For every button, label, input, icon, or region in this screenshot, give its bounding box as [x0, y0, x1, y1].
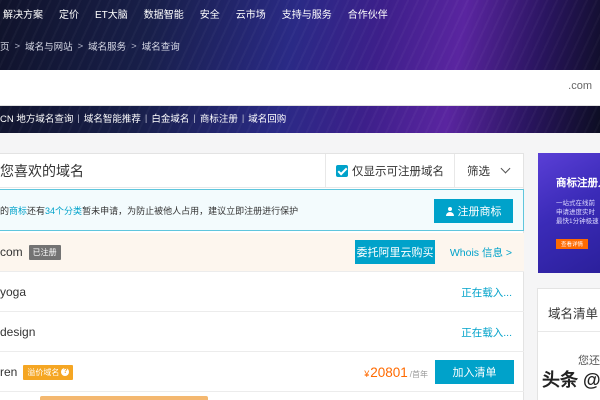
trademark-ad-banner[interactable]: 商标注册入 一站式在线前 申请进度实时 最快1分钟极速 查看详情 — [538, 153, 600, 273]
price-value: 20801 — [370, 364, 408, 380]
trademark-notice: 的 商标 还有 34个分类 暂未申请，为防止被他人占用，建议立即注册进行保护 注… — [0, 189, 524, 231]
domain-row: ren 溢价域名 ? ¥ 20801 /首年 加入清单 — [0, 353, 524, 392]
breadcrumb-domain-services[interactable]: 域名服务 — [88, 39, 126, 53]
notice-text-c: 暂未申请，为防止被他人占用，建议立即注册进行保护 — [82, 205, 299, 216]
registrable-only-label: 仅显示可注册域名 — [352, 165, 444, 178]
nav-item-support[interactable]: 支持与服务 — [282, 6, 332, 21]
chevron-down-icon — [500, 163, 511, 174]
domain-row: yoga 正在载入... — [0, 273, 524, 312]
quicklink-platinum[interactable]: 白金域名 — [151, 111, 189, 125]
domain-name: yoga — [0, 285, 27, 299]
quicklink-cn-local[interactable]: CN 地方域名查询 — [0, 111, 73, 125]
notice-category-count[interactable]: 34个分类 — [45, 204, 82, 217]
domain-search-bar: .com — [0, 70, 600, 106]
user-icon — [445, 206, 454, 216]
panel-title: 您喜欢的域名 — [0, 162, 84, 179]
whois-link[interactable]: Whois 信息 > — [450, 245, 512, 260]
watermark: 头条 @ — [542, 366, 600, 392]
domain-name: ren 溢价域名 ? — [0, 364, 74, 380]
hero-banner: 解决方案 定价 ET大脑 数据智能 安全 云市场 支持与服务 合作伙伴 页 > … — [0, 0, 600, 133]
nav-item-solutions[interactable]: 解决方案 — [3, 6, 43, 21]
top-navigation: 解决方案 定价 ET大脑 数据智能 安全 云市场 支持与服务 合作伙伴 — [0, 0, 600, 26]
domain-name-text: ren — [0, 365, 18, 379]
quick-links: CN 地方域名查询 | 域名智能推荐 | 白金域名 | 商标注册 | 域名回购 — [0, 111, 286, 126]
panel-header: 您喜欢的域名 仅显示可注册域名 筛选 — [0, 153, 523, 188]
ad-details-button[interactable]: 查看详情 — [556, 239, 588, 249]
premium-badge-label: 溢价域名 — [27, 367, 60, 377]
cart-title: 域名清单 — [548, 307, 599, 321]
divider — [538, 331, 600, 332]
quicklink-buyback[interactable]: 域名回购 — [248, 111, 286, 125]
domain-name-text: com — [0, 245, 23, 259]
register-trademark-button[interactable]: 注册商标 — [434, 199, 513, 223]
nav-item-partners[interactable]: 合作伙伴 — [348, 6, 388, 21]
nav-item-data-intelligence[interactable]: 数据智能 — [144, 6, 184, 21]
notice-trademark-link[interactable]: 商标 — [9, 204, 27, 217]
notice-text-b: 还有 — [27, 205, 46, 216]
quicklink-trademark[interactable]: 商标注册 — [200, 111, 238, 125]
breadcrumb-separator: > — [77, 40, 84, 52]
filter-dropdown[interactable]: 筛选 — [454, 153, 523, 188]
breadcrumb-domains-websites[interactable]: 域名与网站 — [25, 39, 73, 53]
price-unit: /首年 — [409, 369, 428, 379]
nav-item-pricing[interactable]: 定价 — [59, 6, 79, 21]
domain-row: com 已注册 委托阿里云购买 Whois 信息 > — [0, 233, 524, 272]
ad-line: 最快1分钟极速 — [556, 218, 599, 225]
quicklink-separator: | — [241, 112, 245, 124]
nav-item-security[interactable]: 安全 — [200, 6, 220, 21]
question-icon: ? — [61, 368, 70, 376]
add-to-list-button[interactable]: 加入清单 — [435, 360, 514, 384]
checkbox-checked-icon[interactable] — [336, 164, 348, 177]
breadcrumb: 页 > 域名与网站 > 域名服务 > 域名查询 — [0, 39, 180, 54]
premium-badge[interactable]: 溢价域名 ? — [23, 364, 74, 380]
watermark-text: 头条 @ — [542, 370, 600, 390]
notice-text-a: 的 — [0, 205, 10, 216]
domain-search-input[interactable] — [0, 70, 540, 104]
register-trademark-label: 注册商标 — [457, 206, 502, 218]
promo-strip — [40, 396, 208, 400]
loading-status: 正在载入... — [461, 326, 512, 339]
domain-results-panel: 您喜欢的域名 仅显示可注册域名 筛选 的 商标 还有 34个分类 暂未申请，为防… — [0, 153, 524, 400]
breadcrumb-separator: > — [14, 40, 21, 52]
breadcrumb-domain-search: 域名查询 — [141, 42, 180, 53]
quicklink-separator: | — [77, 112, 80, 124]
domain-name: design — [0, 325, 36, 339]
domain-suffix-select[interactable]: .com — [568, 80, 592, 92]
domain-row: design 正在载入... — [0, 313, 524, 352]
price-currency: ¥ — [364, 368, 370, 379]
registered-badge: 已注册 — [28, 244, 61, 260]
filter-dropdown-label: 筛选 — [467, 165, 490, 178]
breadcrumb-home[interactable]: 页 — [0, 39, 10, 53]
loading-status: 正在载入... — [461, 286, 512, 299]
nav-item-et-brain[interactable]: ET大脑 — [95, 6, 128, 21]
domain-price: ¥ 20801 /首年 — [364, 365, 428, 380]
quicklink-smart-recommend[interactable]: 域名智能推荐 — [84, 111, 141, 125]
registrable-only-filter[interactable]: 仅显示可注册域名 — [325, 153, 454, 188]
quicklink-separator: | — [193, 112, 196, 124]
proxy-purchase-button[interactable]: 委托阿里云购买 — [355, 240, 435, 264]
breadcrumb-separator: > — [131, 40, 137, 52]
ad-title: 商标注册入 — [556, 177, 600, 189]
nav-item-marketplace[interactable]: 云市场 — [236, 6, 266, 21]
quicklink-separator: | — [144, 112, 148, 124]
domain-name: com 已注册 — [0, 244, 61, 260]
